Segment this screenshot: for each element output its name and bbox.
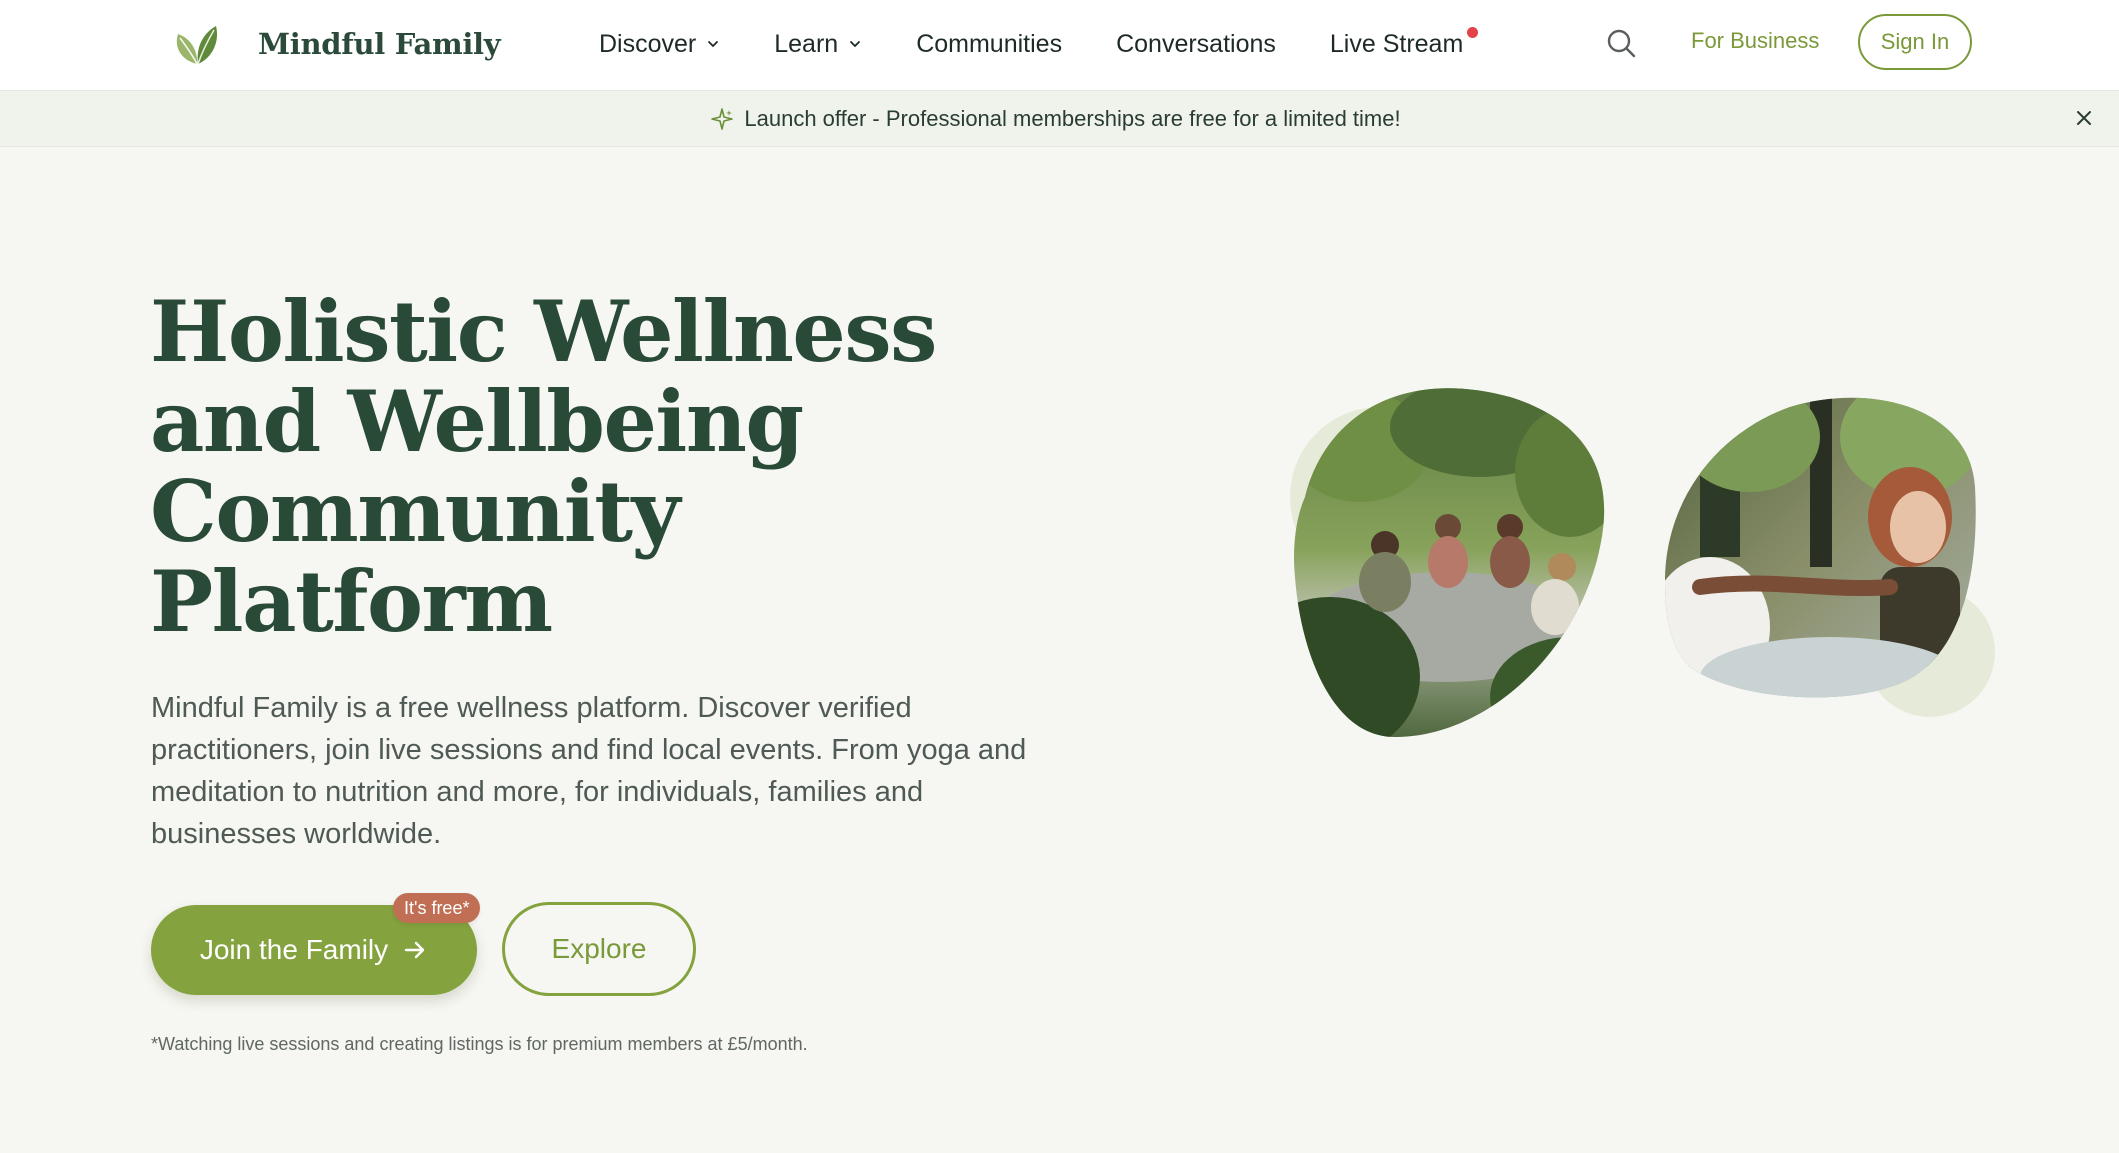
brand-name: Mindful Family [258, 27, 501, 61]
announcement-banner: Launch offer - Professional memberships … [0, 91, 2119, 147]
hero-section: Holistic Wellness and Wellbeing Communit… [0, 147, 2119, 1153]
explore-button[interactable]: Explore [502, 902, 696, 996]
hero-title: Holistic Wellness and Wellbeing Communit… [150, 282, 937, 651]
nav-item-label: Live Stream [1329, 29, 1464, 58]
arrow-right-icon [404, 941, 425, 959]
nav-item-learn[interactable]: Learn [774, 30, 862, 59]
brand-logo[interactable]: Mindful Family [170, 20, 501, 68]
banner-content: Launch offer - Professional memberships … [710, 105, 1401, 132]
nav-item-label: Discover [599, 29, 697, 58]
search-icon[interactable] [1604, 26, 1638, 60]
live-indicator-dot [1467, 26, 1479, 38]
nav-item-label: Conversations [1116, 29, 1276, 58]
leaf-logo-icon [176, 26, 218, 65]
chevron-down-icon [708, 41, 719, 47]
nav-item-live-stream[interactable]: Live Stream [1329, 26, 1479, 59]
hero-description: Mindful Family is a free wellness platfo… [151, 692, 1027, 850]
sparkle-icon [711, 107, 734, 130]
nav-item-label: Learn [774, 29, 839, 58]
hero-image-collage [1290, 388, 1995, 737]
sign-in-button[interactable]: Sign In [1858, 14, 1972, 70]
premium-footnote: *Watching live sessions and creating lis… [151, 1034, 808, 1054]
nav-item-communities[interactable]: Communities [916, 30, 1062, 59]
nav-item-conversations[interactable]: Conversations [1116, 30, 1276, 59]
nav-item-label: Communities [916, 29, 1063, 58]
close-icon[interactable] [2073, 107, 2095, 129]
site-header: Mindful Family Discover Learn Communitie… [0, 0, 2119, 91]
banner-text: Launch offer - Professional memberships … [744, 105, 1401, 131]
chevron-down-icon [850, 41, 861, 47]
main-nav: Discover Learn Communities Conversations… [599, 22, 1517, 66]
for-business-link[interactable]: For Business [1691, 28, 1819, 54]
nav-item-discover[interactable]: Discover [599, 30, 720, 59]
its-free-badge: It's free* [393, 893, 481, 923]
join-button-label: Join the Family [199, 934, 389, 965]
